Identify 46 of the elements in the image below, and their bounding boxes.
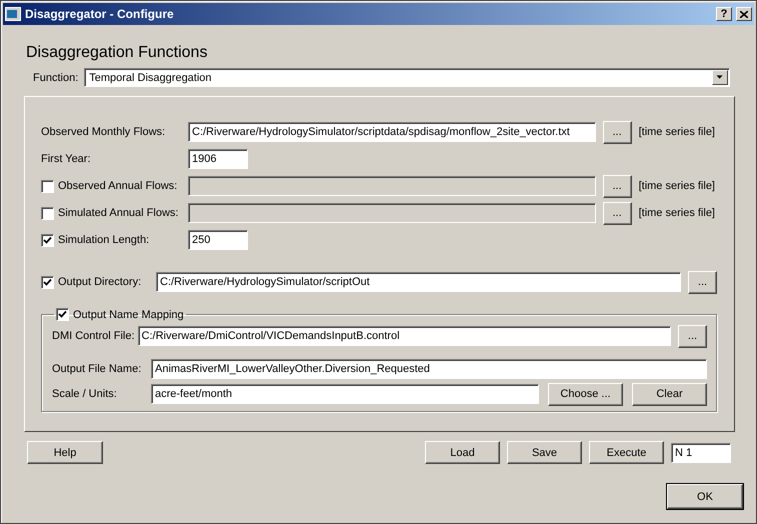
run-count-field[interactable]: N 1 xyxy=(671,442,731,462)
help-button[interactable]: ? xyxy=(716,7,732,21)
field-label: DMI Control File: xyxy=(52,330,135,342)
browse-button[interactable]: ... xyxy=(602,120,632,144)
browse-button[interactable]: ... xyxy=(602,174,632,198)
checkbox[interactable] xyxy=(41,234,54,246)
field-label: Scale / Units: xyxy=(52,388,117,400)
app-icon xyxy=(5,7,21,21)
field-label: Function: xyxy=(33,72,78,84)
help-button[interactable]: Help xyxy=(27,441,103,464)
function-dropdown[interactable]: Temporal Disaggregation xyxy=(84,68,730,87)
field-label: Observed Monthly Flows: xyxy=(41,126,166,138)
number-field[interactable]: 250 xyxy=(188,230,248,250)
action-button[interactable]: Save xyxy=(507,441,582,464)
field-hint: [time series file] xyxy=(638,206,716,220)
field-label: Simulated Annual Flows: xyxy=(58,207,178,219)
number-field[interactable]: 1906 xyxy=(188,149,248,169)
field-label: First Year: xyxy=(41,153,91,165)
browse-button[interactable]: ... xyxy=(688,270,717,294)
ok-button[interactable]: OK xyxy=(667,484,743,509)
close-icon xyxy=(740,10,748,18)
checkbox[interactable] xyxy=(41,206,54,220)
close-button[interactable] xyxy=(736,7,752,21)
file-path-field[interactable]: C:/Riverware/HydrologySimulator/scriptdata/spdisag/monflow_2site_vector.txt xyxy=(188,122,596,142)
action-button[interactable]: Load xyxy=(425,441,500,464)
field-label: Simulation Length: xyxy=(58,234,150,246)
window-title: Disaggregator - Configure xyxy=(25,7,175,21)
checkbox[interactable] xyxy=(56,308,69,321)
field-label: Output Directory: xyxy=(58,276,142,288)
directory-field[interactable]: C:/Riverware/HydrologySimulator/scriptOut xyxy=(156,272,681,292)
file-path-field[interactable]: C:/Riverware/DmiControl/VICDemandsInputB.control xyxy=(138,326,671,346)
file-name-field[interactable]: AnimasRiverMI_LowerValleyOther.Diversion_Requested xyxy=(151,359,707,379)
clear-button[interactable]: Clear xyxy=(632,382,707,406)
field-hint: [time series file] xyxy=(638,179,716,193)
browse-button[interactable]: ... xyxy=(678,324,707,348)
choose-button[interactable]: Choose ... xyxy=(548,382,623,406)
field-hint: [time series file] xyxy=(638,125,716,139)
section-heading: Disaggregation Functions xyxy=(26,44,208,62)
field-label: Output File Name: xyxy=(52,363,142,375)
browse-button[interactable]: ... xyxy=(602,202,632,224)
field-label: Observed Annual Flows: xyxy=(58,180,178,192)
checkbox[interactable] xyxy=(41,276,54,288)
checkbox[interactable] xyxy=(41,180,54,192)
group-title: Output Name Mapping xyxy=(73,308,184,320)
action-button[interactable]: Execute xyxy=(589,441,664,464)
units-field[interactable]: acre-feet/month xyxy=(151,384,539,404)
